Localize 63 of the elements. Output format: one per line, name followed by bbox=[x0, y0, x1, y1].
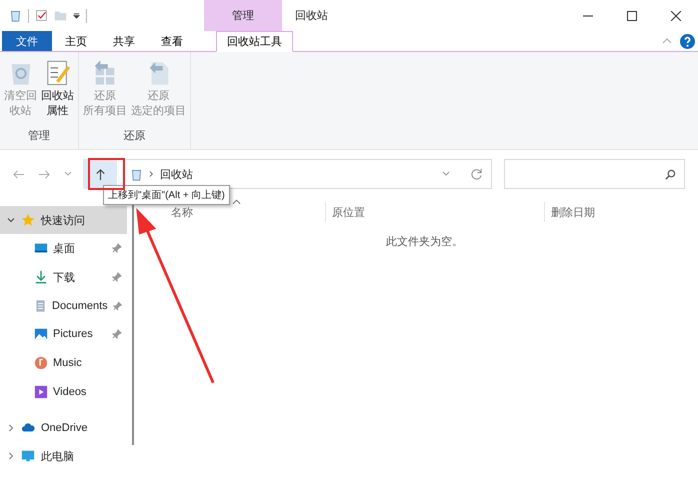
desktop-icon bbox=[34, 241, 48, 256]
download-icon bbox=[34, 270, 48, 284]
column-header[interactable]: 原位置 bbox=[326, 202, 545, 222]
ribbon-button-label: 还原 bbox=[148, 89, 170, 104]
sidebar-item[interactable]: OneDrive bbox=[0, 414, 127, 442]
dropdown-icon[interactable] bbox=[73, 12, 80, 19]
chevron-icon bbox=[149, 170, 154, 178]
ribbon-tab[interactable]: 主页 bbox=[52, 31, 100, 51]
sidebar-item[interactable]: 下载 bbox=[0, 262, 127, 292]
monitor-icon bbox=[21, 449, 35, 464]
ribbon-tab[interactable]: 回收站工具 bbox=[216, 31, 293, 52]
recent-dropdown-icon[interactable] bbox=[64, 171, 72, 177]
video-icon bbox=[34, 384, 48, 399]
forward-icon[interactable] bbox=[38, 168, 51, 180]
group-label: 还原 bbox=[124, 129, 146, 143]
collapsed-chevron-icon[interactable] bbox=[7, 452, 15, 460]
ribbon-tab[interactable]: 查看 bbox=[148, 31, 196, 51]
group-label: 管理 bbox=[28, 129, 50, 143]
ribbon-tab[interactable]: 共享 bbox=[100, 31, 148, 51]
sidebar-item[interactable]: 快速访问 bbox=[0, 206, 127, 234]
properties-icon[interactable] bbox=[35, 9, 48, 22]
expanded-chevron-icon[interactable] bbox=[7, 216, 15, 224]
back-icon[interactable] bbox=[12, 168, 25, 180]
document-icon bbox=[34, 298, 48, 313]
column-header[interactable]: 删除日期 bbox=[545, 202, 595, 222]
breadcrumb[interactable]: 回收站 bbox=[160, 166, 193, 182]
up-arrow-icon bbox=[94, 168, 106, 180]
ribbon-button-label: 清空回 bbox=[4, 89, 37, 104]
ribbon-button-label: 选定的项目 bbox=[131, 104, 186, 119]
recycle-bin-icon bbox=[130, 168, 143, 180]
star-icon bbox=[21, 213, 35, 227]
sidebar-item[interactable]: Documents bbox=[0, 291, 127, 320]
scrollbar-thumb[interactable] bbox=[132, 202, 134, 445]
tooltip: 上移到"桌面"(Alt + 向上键) bbox=[103, 185, 230, 205]
collapsed-chevron-icon[interactable] bbox=[7, 424, 15, 432]
context-tab-label: 管理 bbox=[232, 9, 254, 23]
window-title: 回收站 bbox=[295, 9, 328, 23]
maximize-icon bbox=[627, 10, 637, 20]
close-icon bbox=[671, 10, 681, 20]
search-field[interactable] bbox=[504, 159, 685, 189]
sidebar-item[interactable]: Music bbox=[0, 348, 127, 378]
ribbon-button-label: 回收站 bbox=[41, 89, 74, 104]
ribbon-button[interactable]: 回收站 属性 bbox=[39, 58, 76, 128]
refresh-icon[interactable] bbox=[470, 168, 483, 180]
empty-folder-message: 此文件夹为空。 bbox=[386, 234, 463, 249]
sidebar-item[interactable]: 桌面 bbox=[0, 234, 127, 263]
help-icon[interactable] bbox=[680, 34, 695, 48]
ribbon-button-label: 收站 bbox=[10, 104, 32, 119]
collapse-icon[interactable] bbox=[662, 38, 672, 44]
ribbon-button-label: 所有项目 bbox=[83, 104, 127, 119]
sort-indicator-icon bbox=[232, 199, 241, 205]
file-tab[interactable]: 文件 bbox=[2, 31, 52, 51]
highlight-box bbox=[88, 158, 125, 190]
sidebar-item[interactable]: Videos bbox=[0, 377, 127, 406]
search-icon bbox=[665, 168, 676, 180]
sidebar-item[interactable]: 此电脑 bbox=[0, 442, 127, 470]
ribbon-button-label: 还原 bbox=[94, 89, 116, 104]
recycle-bin-icon[interactable] bbox=[9, 9, 22, 22]
properties-icon bbox=[44, 58, 70, 87]
picture-icon bbox=[34, 327, 48, 342]
ribbon-button-label: 属性 bbox=[46, 104, 68, 119]
music-icon bbox=[34, 356, 48, 370]
sidebar-item[interactable]: Pictures bbox=[0, 320, 127, 349]
